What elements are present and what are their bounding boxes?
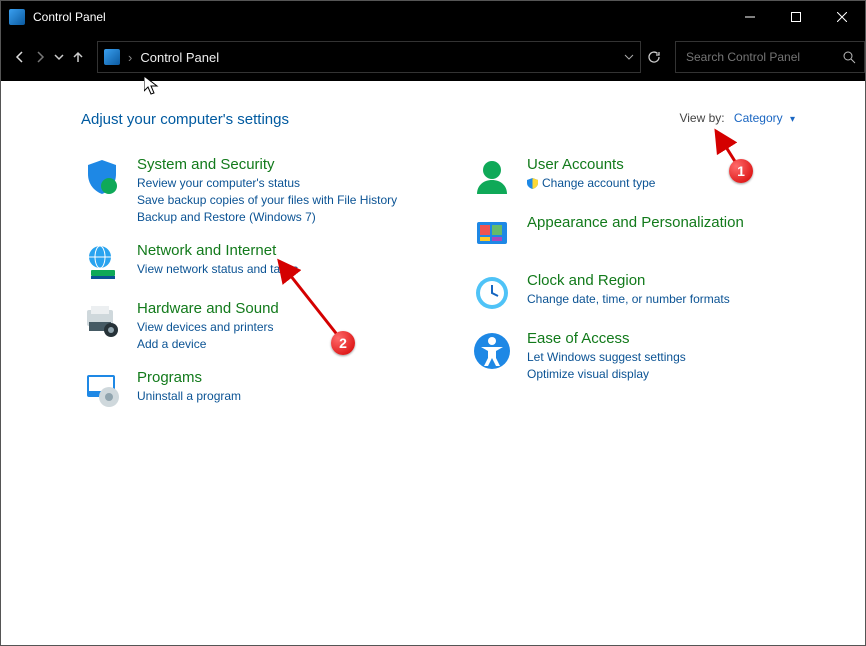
printer-icon — [81, 300, 123, 342]
navbar: › Control Panel — [1, 33, 865, 81]
address-dropdown-icon[interactable] — [624, 52, 634, 62]
appearance-icon — [471, 214, 513, 256]
view-by-control[interactable]: View by: Category ▾ — [679, 111, 795, 125]
close-button[interactable] — [819, 1, 865, 33]
titlebar: Control Panel — [1, 1, 865, 33]
app-icon — [9, 9, 25, 25]
category-sublink[interactable]: Uninstall a program — [137, 388, 241, 405]
category-sublink[interactable]: Review your computer's status — [137, 175, 397, 192]
category-column-right: User Accounts Change account type Appear — [471, 156, 821, 427]
category-sublink[interactable]: View devices and printers — [137, 319, 279, 336]
category-sublink[interactable]: Add a device — [137, 336, 279, 353]
view-by-label: View by: — [679, 111, 724, 125]
search-input[interactable] — [684, 49, 843, 65]
category-sublink[interactable]: Let Windows suggest settings — [527, 349, 686, 366]
window-title: Control Panel — [33, 10, 106, 24]
category-sublink[interactable]: Change account type — [527, 175, 655, 192]
minimize-button[interactable] — [727, 1, 773, 33]
recent-locations-button[interactable] — [53, 42, 65, 72]
search-box[interactable] — [675, 41, 865, 73]
breadcrumb-current[interactable]: Control Panel — [140, 50, 219, 65]
chevron-down-icon: ▾ — [790, 114, 795, 125]
view-by-value[interactable]: Category — [734, 111, 783, 125]
programs-icon — [81, 369, 123, 411]
uac-shield-icon — [527, 178, 538, 189]
refresh-button[interactable] — [647, 42, 661, 72]
category-link[interactable]: Appearance and Personalization — [527, 214, 744, 231]
category-sublink[interactable]: Backup and Restore (Windows 7) — [137, 209, 397, 226]
user-icon — [471, 156, 513, 198]
content-area: Adjust your computer's settings View by:… — [1, 81, 865, 645]
shield-icon — [81, 156, 123, 198]
category-user-accounts: User Accounts Change account type — [471, 156, 821, 198]
category-link[interactable]: System and Security — [137, 156, 397, 173]
category-link[interactable]: Ease of Access — [527, 330, 686, 347]
category-appearance: Appearance and Personalization — [471, 214, 821, 256]
clock-icon — [471, 272, 513, 314]
category-system-security: System and Security Review your computer… — [81, 156, 431, 226]
address-bar[interactable]: › Control Panel — [97, 41, 641, 73]
category-link[interactable]: Hardware and Sound — [137, 300, 279, 317]
category-clock-region: Clock and Region Change date, time, or n… — [471, 272, 821, 314]
category-link[interactable]: Network and Internet — [137, 242, 298, 259]
category-link[interactable]: User Accounts — [527, 156, 655, 173]
maximize-button[interactable] — [773, 1, 819, 33]
category-link[interactable]: Clock and Region — [527, 272, 730, 289]
category-programs: Programs Uninstall a program — [81, 369, 431, 411]
category-network-internet: Network and Internet View network status… — [81, 242, 431, 284]
category-hardware-sound: Hardware and Sound View devices and prin… — [81, 300, 431, 353]
category-sublink[interactable]: Save backup copies of your files with Fi… — [137, 192, 397, 209]
forward-button[interactable] — [33, 42, 47, 72]
globe-icon — [81, 242, 123, 284]
category-link[interactable]: Programs — [137, 369, 241, 386]
category-sublink[interactable]: Optimize visual display — [527, 366, 686, 383]
up-button[interactable] — [71, 42, 85, 72]
back-button[interactable] — [13, 42, 27, 72]
category-sublink[interactable]: Change date, time, or number formats — [527, 291, 730, 308]
category-sublink[interactable]: View network status and tasks — [137, 261, 298, 278]
accessibility-icon — [471, 330, 513, 372]
window-frame: Control Panel › — [0, 0, 866, 646]
control-panel-icon — [104, 49, 120, 65]
category-ease-of-access: Ease of Access Let Windows suggest setti… — [471, 330, 821, 383]
breadcrumb-separator-icon: › — [128, 50, 132, 65]
category-column-left: System and Security Review your computer… — [81, 156, 431, 427]
search-icon — [843, 51, 856, 64]
